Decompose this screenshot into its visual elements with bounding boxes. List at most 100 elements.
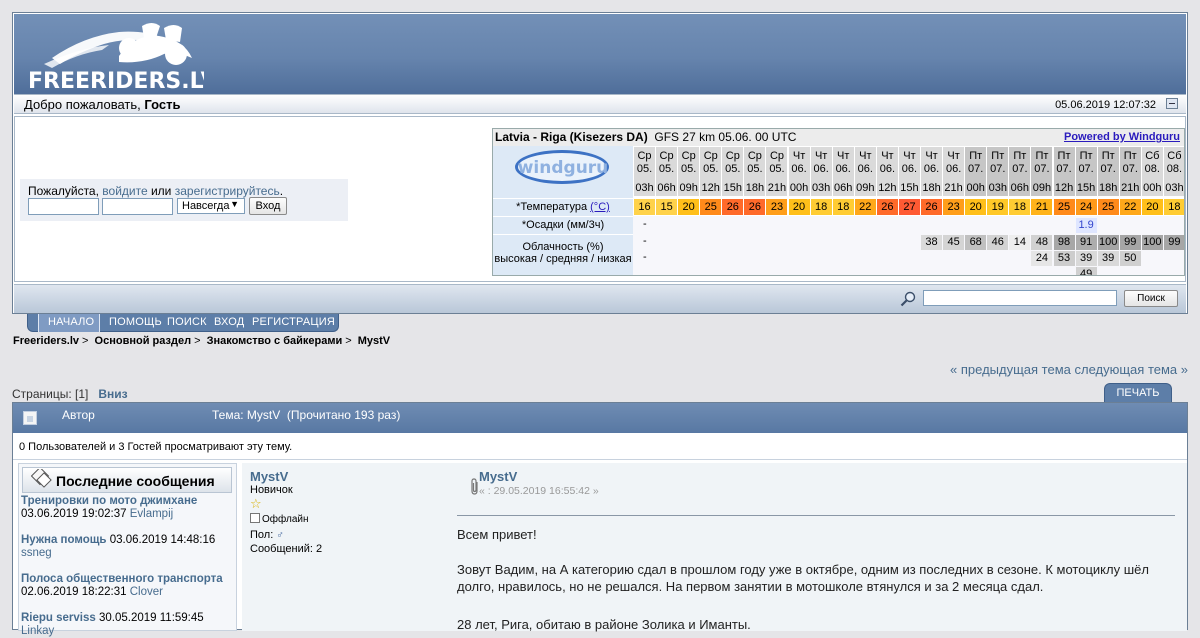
recent-post-author-link[interactable]: Clover <box>130 586 163 598</box>
recent-post-topic-link[interactable]: Полоса общественного транспорта <box>21 573 223 585</box>
windguru-logo-text: windguru <box>517 158 609 178</box>
login-duration-select[interactable]: Навсегда ▼ <box>177 198 245 214</box>
windguru-logo[interactable]: windguru <box>493 146 633 198</box>
nav-search[interactable]: ПОИСК <box>167 316 207 330</box>
login-link[interactable]: войдите <box>102 184 147 198</box>
temperature-value: 25 <box>1097 199 1119 215</box>
search-bar: Поиск <box>14 284 1186 313</box>
temperature-value: 20 <box>965 199 987 215</box>
cloud-high-value: 100 <box>1097 235 1119 250</box>
username-input[interactable] <box>28 198 99 215</box>
current-datetime: 05.06.2019 12:07:32 <box>1055 99 1156 111</box>
login-button[interactable]: Вход <box>249 197 287 215</box>
recent-post-topic-link[interactable]: Нужна помощь <box>21 534 107 546</box>
forecast-hour-label: 03h <box>1163 181 1184 196</box>
temperature-value: 26 <box>722 199 744 215</box>
forecast-day-label: Ср 05. <box>766 147 788 181</box>
temperature-value: 22 <box>854 199 876 215</box>
nav-home[interactable]: НАЧАЛО <box>48 316 94 330</box>
temperature-value: 25 <box>700 199 722 215</box>
cloud-mid-value: 24 <box>1031 251 1053 266</box>
post-title-link[interactable]: MystV <box>479 469 517 484</box>
login-box: Пожалуйста, войдите или зарегистрируйтес… <box>20 179 348 221</box>
forecast-day-label: Чт 06. <box>832 147 854 181</box>
forecast-day-label: Пт 07. <box>1009 147 1031 181</box>
forecast-day-label: Чт 06. <box>876 147 898 181</box>
register-link[interactable]: зарегистрируйтесь <box>175 184 280 198</box>
forecast-hour-label: 18h <box>921 181 943 196</box>
password-input[interactable] <box>102 198 173 215</box>
jump-down-link[interactable]: Вниз <box>98 387 127 401</box>
forecast-day-label: Пт 07. <box>987 147 1009 181</box>
nav-help[interactable]: ПОМОЩЬ <box>109 316 162 330</box>
forecast-day-label: Пт 07. <box>1097 147 1119 181</box>
header-panel: Пожалуйста, войдите или зарегистрируйтес… <box>14 116 1186 282</box>
breadcrumb-topic[interactable]: MystV <box>358 335 390 347</box>
forecast-hour-label: 03h <box>810 181 832 196</box>
rank-star-icon: ☆ <box>250 496 262 511</box>
cloud-mid-value: 53 <box>1053 251 1075 266</box>
temperature-value: 26 <box>744 199 766 215</box>
search-button[interactable]: Поиск <box>1124 290 1178 307</box>
author-column-header: Автор <box>62 408 95 422</box>
poster-online-status: Оффлайн <box>250 513 309 525</box>
post-paragraph: Зовут Вадим, на А категорию сдал в прошл… <box>457 562 1149 594</box>
forecast-day-label: Ср 05. <box>744 147 766 181</box>
forecast-day-label: Чт 06. <box>943 147 965 181</box>
temperature-value: 27 <box>898 199 920 215</box>
recent-post-topic-link[interactable]: Riepu serviss <box>21 612 96 624</box>
recent-post-topic-link[interactable]: Тренировки по мото джимхане <box>21 495 197 507</box>
recent-post-author-link[interactable]: ssneg <box>21 547 52 559</box>
temperature-value: 25 <box>1053 199 1075 215</box>
next-topic-link[interactable]: следующая тема » <box>1075 362 1189 377</box>
windguru-powered-link[interactable]: Powered by Windguru <box>1064 131 1180 143</box>
cloud-high-value: 46 <box>987 235 1009 250</box>
cloud-high-value: 68 <box>965 235 987 250</box>
cloud-label: Облачность (%) высокая / средняя / низкая <box>493 234 633 275</box>
forecast-hour-label: 15h <box>1075 181 1097 196</box>
recent-posts-header: Последние сообщения <box>22 467 232 493</box>
recent-posts-icon <box>31 469 52 488</box>
collapse-header-button[interactable] <box>1166 98 1178 109</box>
forecast-day-label: Чт 06. <box>898 147 920 181</box>
temperature-value: 21 <box>1031 199 1053 215</box>
site-logo[interactable]: FREERIDERS.LV <box>24 18 204 92</box>
cloud-dash-high: - <box>643 235 647 247</box>
cloud-high-value: 45 <box>943 235 965 250</box>
recent-post-author-link[interactable]: Evlampij <box>130 508 173 520</box>
search-input[interactable] <box>923 290 1117 306</box>
temperature-unit-link[interactable]: (°C) <box>590 201 610 213</box>
temperature-value: 15 <box>656 199 678 215</box>
forecast-hour-label: 06h <box>656 181 678 196</box>
print-button[interactable]: ПЕЧАТЬ <box>1104 383 1172 402</box>
viewers-text: 0 Пользователей и 3 Гостей просматривают… <box>19 441 293 453</box>
forecast-hour-label: 06h <box>1009 181 1031 196</box>
recent-post-author-link[interactable]: Linkay <box>21 625 54 637</box>
nav-register[interactable]: РЕГИСТРАЦИЯ <box>252 316 335 330</box>
site-logo-text: FREERIDERS.LV <box>28 69 204 92</box>
cloud-high-value: 100 <box>1141 235 1163 250</box>
breadcrumb-board[interactable]: Знакомство с байкерами <box>207 335 343 347</box>
cloud-low-value: 49 <box>1075 267 1097 275</box>
recent-post-item: Riepu serviss 30.05.2019 11:59:45 Linkay <box>21 612 204 637</box>
forecast-day-label: Сб 08. <box>1141 147 1163 181</box>
cloud-high-value: 14 <box>1009 235 1031 250</box>
forum-header: FREERIDERS.LV Добро пожаловать, Гость 05… <box>12 12 1188 314</box>
prev-topic-link[interactable]: « предыдущая тема <box>950 362 1071 377</box>
forecast-hour-label: 15h <box>722 181 744 196</box>
forecast-hour-label: 00h <box>788 181 810 196</box>
forecast-hour-label: 00h <box>965 181 987 196</box>
forecast-hour-label: 21h <box>943 181 965 196</box>
dropdown-arrow-icon: ▼ <box>230 199 239 209</box>
breadcrumb-home[interactable]: Freeriders.lv <box>13 335 79 347</box>
forecast-hour-label: 21h <box>1119 181 1141 196</box>
forecast-day-label: Чт 06. <box>788 147 810 181</box>
poster-name-link[interactable]: MystV <box>250 469 288 484</box>
breadcrumb-section[interactable]: Основной раздел <box>95 335 192 347</box>
recent-post-item: Нужна помощь 03.06.2019 14:48:16 ssneg <box>21 534 216 559</box>
forecast-hour-label: 09h <box>678 181 700 196</box>
forecast-day-label: Ср 05. <box>722 147 744 181</box>
cloud-mid-value: 50 <box>1119 251 1141 266</box>
breadcrumb: Freeriders.lv > Основной раздел > Знакомст… <box>13 335 391 347</box>
nav-login[interactable]: ВХОД <box>214 316 244 330</box>
